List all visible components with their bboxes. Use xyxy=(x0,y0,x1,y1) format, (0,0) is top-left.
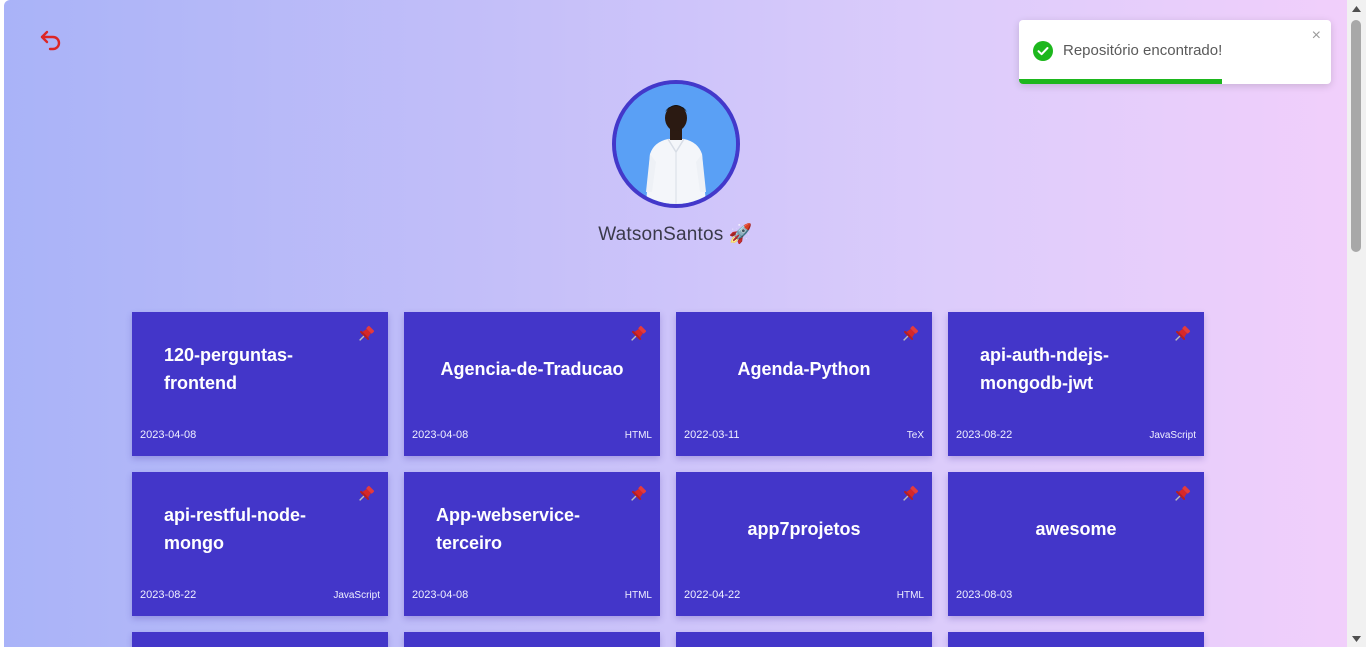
scrollbar-thumb[interactable] xyxy=(1351,20,1361,252)
pushpin-icon[interactable] xyxy=(356,324,376,344)
avatar xyxy=(612,80,740,208)
repo-date: 2023-04-08 xyxy=(412,589,469,601)
repo-date: 2022-03-11 xyxy=(684,429,740,441)
repo-card[interactable]: api-restful-node-mongo 2023-08-22 JavaSc… xyxy=(132,472,388,616)
repo-card[interactable]: Agencia-de-Traducao 2023-04-08 HTML xyxy=(404,312,660,456)
pushpin-icon[interactable] xyxy=(1172,324,1192,344)
repo-card[interactable]: awesome 2023-08-03 xyxy=(948,472,1204,616)
repo-date: 2023-08-22 xyxy=(140,589,197,601)
repo-card-partial[interactable] xyxy=(948,632,1204,647)
repo-name: api-restful-node-mongo xyxy=(164,505,306,553)
repo-date: 2023-04-08 xyxy=(412,429,469,441)
repo-language: HTML xyxy=(624,430,652,441)
toast-progress-bar xyxy=(1019,79,1222,84)
repo-card-partial[interactable] xyxy=(404,632,660,647)
page-viewport: WatsonSantos 🚀 120-perguntas-frontend 20… xyxy=(4,0,1347,647)
pushpin-icon[interactable] xyxy=(356,484,376,504)
pushpin-icon[interactable] xyxy=(1172,484,1192,504)
repo-name: App-webservice-terceiro xyxy=(436,505,581,553)
toast-message: Repositório encontrado! xyxy=(1063,42,1223,59)
undo-arrow-icon xyxy=(40,30,61,51)
pushpin-icon[interactable] xyxy=(900,484,920,504)
username: WatsonSantos 🚀 xyxy=(598,224,753,245)
repo-date: 2023-04-08 xyxy=(140,429,197,441)
repo-name: 120-perguntas-frontend xyxy=(164,345,294,393)
repo-name: Agencia-de-Traducao xyxy=(440,359,624,379)
pushpin-icon[interactable] xyxy=(628,484,648,504)
repo-grid: 120-perguntas-frontend 2023-04-08 Agenci… xyxy=(132,312,1204,647)
repo-card[interactable]: App-webservice-terceiro 2023-04-08 HTML xyxy=(404,472,660,616)
repo-language: HTML xyxy=(624,590,652,601)
success-toast: Repositório encontrado! × xyxy=(1019,20,1331,84)
repo-date: 2023-08-22 xyxy=(956,429,1013,441)
avatar-image xyxy=(616,84,736,204)
back-button[interactable] xyxy=(38,26,64,52)
repo-language: HTML xyxy=(896,590,924,601)
repo-card[interactable]: Agenda-Python 2022-03-11 TeX xyxy=(676,312,932,456)
repo-name: api-auth-ndejs-mongodb-jwt xyxy=(980,345,1109,393)
repo-name: Agenda-Python xyxy=(737,359,871,379)
repo-date: 2022-04-22 xyxy=(684,589,741,601)
scroll-down-arrow-icon[interactable] xyxy=(1347,630,1366,647)
repo-language: TeX xyxy=(906,430,924,441)
vertical-scrollbar[interactable] xyxy=(1347,0,1366,647)
repo-name: app7projetos xyxy=(747,519,861,539)
repo-date: 2023-08-03 xyxy=(956,589,1013,601)
repo-language: JavaScript xyxy=(333,590,380,601)
repo-card[interactable]: app7projetos 2022-04-22 HTML xyxy=(676,472,932,616)
repo-card-partial[interactable] xyxy=(676,632,932,647)
repo-language: JavaScript xyxy=(1149,430,1196,441)
repo-card[interactable]: 120-perguntas-frontend 2023-04-08 xyxy=(132,312,388,456)
pushpin-icon[interactable] xyxy=(900,324,920,344)
close-icon[interactable]: × xyxy=(1312,27,1321,45)
repo-card[interactable]: api-auth-ndejs-mongodb-jwt 2023-08-22 Ja… xyxy=(948,312,1204,456)
check-circle-icon xyxy=(1033,41,1053,61)
repo-card-partial[interactable] xyxy=(132,632,388,647)
repo-name: awesome xyxy=(1035,519,1117,539)
pushpin-icon[interactable] xyxy=(628,324,648,344)
scroll-up-arrow-icon[interactable] xyxy=(1347,0,1366,17)
